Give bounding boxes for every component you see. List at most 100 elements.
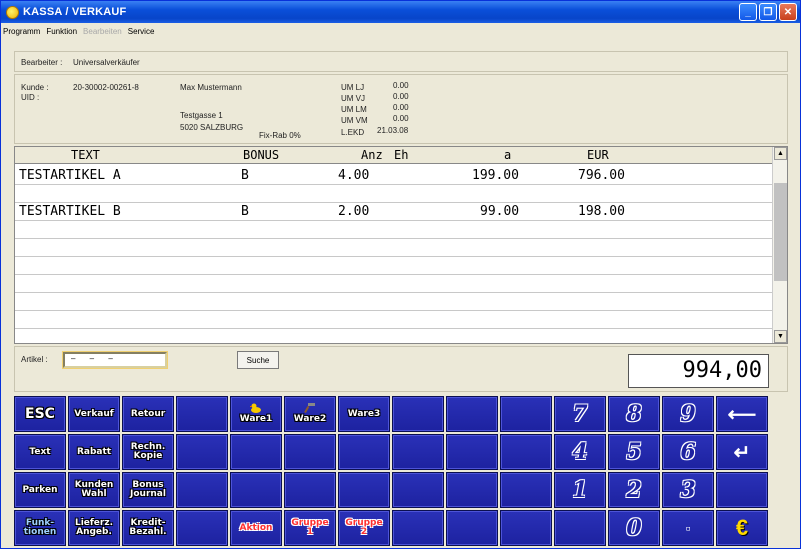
empty-key[interactable] <box>716 472 768 508</box>
digit-6-label: 6 <box>680 439 696 465</box>
lieferschein-angebot-button[interactable]: Lieferz. Angeb. <box>68 510 120 546</box>
rabatt-button[interactable]: Rabatt <box>68 434 120 470</box>
kassa-window: KASSA / VERKAUF _ ❐ ✕ Programm Funktion … <box>0 0 801 549</box>
empty-key[interactable] <box>446 510 498 546</box>
kunden-wahl-button[interactable]: Kunden Wahl <box>68 472 120 508</box>
digit-3-button[interactable]: 3 <box>662 472 714 508</box>
enter-button[interactable]: ↵ <box>716 434 768 470</box>
artikel-label: Artikel : <box>21 355 48 364</box>
table-row[interactable] <box>15 221 774 239</box>
aktion-button[interactable]: Aktion <box>230 510 282 546</box>
table-row[interactable] <box>15 185 774 203</box>
table-row[interactable]: TESTARTIKEL A B 4.00 199.00 796.00 <box>15 167 774 185</box>
close-button[interactable]: ✕ <box>779 3 797 21</box>
digit-0-button[interactable]: 0 <box>608 510 660 546</box>
ware2-button[interactable]: Ware2 <box>284 396 336 432</box>
digit-2-label: 2 <box>626 477 642 503</box>
funktionen-button[interactable]: Funk- tionen <box>14 510 66 546</box>
menu-funktion[interactable]: Funktion <box>46 27 77 36</box>
empty-key[interactable] <box>500 396 552 432</box>
scroll-down-button[interactable]: ▼ <box>774 330 787 343</box>
grid-scrollbar[interactable]: ▲ ▼ <box>772 147 787 343</box>
empty-key[interactable] <box>554 510 606 546</box>
digit-9-button[interactable]: 9 <box>662 396 714 432</box>
verkauf-button[interactable]: Verkauf <box>68 396 120 432</box>
table-row[interactable] <box>15 311 774 329</box>
stat-value: 21.03.08 <box>377 126 409 135</box>
gruppe-1-button[interactable]: Gruppe 1 <box>284 510 336 546</box>
digit-5-label: 5 <box>626 439 642 465</box>
empty-key[interactable] <box>500 510 552 546</box>
minimize-button[interactable]: _ <box>739 3 757 21</box>
scroll-thumb[interactable] <box>774 183 787 281</box>
table-row[interactable] <box>15 239 774 257</box>
cell-text: TESTARTIKEL B <box>19 204 121 219</box>
digit-3-label: 3 <box>680 477 696 503</box>
digit-1-label: 1 <box>572 477 588 503</box>
kredit-bezahl-button[interactable]: Kredit- Bezahl. <box>122 510 174 546</box>
digit-4-button[interactable]: 4 <box>554 434 606 470</box>
table-row[interactable] <box>15 275 774 293</box>
kunden-wahl-label: Kunden Wahl <box>74 480 114 499</box>
grid-header: TEXT BONUS Anz Eh a EUR <box>15 147 774 164</box>
maximize-button[interactable]: ❐ <box>759 3 777 21</box>
empty-key[interactable] <box>446 472 498 508</box>
table-row[interactable] <box>15 329 774 343</box>
esc-button[interactable]: ESC <box>14 396 66 432</box>
kunde-number: 20-30002-00261-8 <box>73 83 139 92</box>
cell-anz: 2.00 <box>338 204 370 219</box>
euro-button[interactable]: € <box>716 510 768 546</box>
rechnung-kopie-button[interactable]: Rechn. Kopie <box>122 434 174 470</box>
table-row[interactable]: TESTARTIKEL B B 2.00 99.00 198.00 <box>15 203 774 221</box>
empty-key[interactable] <box>392 510 444 546</box>
parken-button[interactable]: Parken <box>14 472 66 508</box>
bonus-journal-label: Bonus Journal <box>130 480 166 499</box>
suche-button[interactable]: Suche <box>237 351 279 369</box>
empty-key[interactable] <box>500 472 552 508</box>
cell-eur: 198.00 <box>578 204 625 219</box>
empty-key[interactable] <box>176 472 228 508</box>
digit-6-button[interactable]: 6 <box>662 434 714 470</box>
menu-service[interactable]: Service <box>128 27 155 36</box>
bonus-journal-button[interactable]: Bonus Journal <box>122 472 174 508</box>
empty-key[interactable] <box>284 434 336 470</box>
decimal-button[interactable]: ▫ <box>662 510 714 546</box>
title-bar[interactable]: KASSA / VERKAUF _ ❐ ✕ <box>1 1 800 23</box>
empty-key[interactable] <box>338 472 390 508</box>
empty-key[interactable] <box>392 396 444 432</box>
retour-button[interactable]: Retour <box>122 396 174 432</box>
ware1-button[interactable]: Ware1 <box>230 396 282 432</box>
rechnung-kopie-label: Rechn. Kopie <box>130 442 166 461</box>
empty-key[interactable] <box>392 434 444 470</box>
scroll-up-button[interactable]: ▲ <box>774 147 787 160</box>
digit-1-button[interactable]: 1 <box>554 472 606 508</box>
kunde-panel: Kunde : UID : 20-30002-00261-8 Max Muste… <box>14 74 788 144</box>
menu-programm[interactable]: Programm <box>3 27 40 36</box>
empty-key[interactable] <box>446 396 498 432</box>
empty-key[interactable] <box>338 434 390 470</box>
digit-7-button[interactable]: 7 <box>554 396 606 432</box>
table-row[interactable] <box>15 257 774 275</box>
article-grid[interactable]: TEXT BONUS Anz Eh a EUR TESTARTIKEL A B … <box>14 146 788 344</box>
empty-key[interactable] <box>230 472 282 508</box>
text-button[interactable]: Text <box>14 434 66 470</box>
empty-key[interactable] <box>176 396 228 432</box>
artikel-input[interactable]: – – – <box>62 351 168 369</box>
empty-key[interactable] <box>176 434 228 470</box>
menu-bar: Programm Funktion Bearbeiten Service <box>1 23 800 40</box>
empty-key[interactable] <box>284 472 336 508</box>
empty-key[interactable] <box>230 434 282 470</box>
kunde-name: Max Mustermann <box>180 83 242 92</box>
ware3-button[interactable]: Ware3 <box>338 396 390 432</box>
empty-key[interactable] <box>176 510 228 546</box>
gruppe-2-button[interactable]: Gruppe 2 <box>338 510 390 546</box>
digit-2-button[interactable]: 2 <box>608 472 660 508</box>
empty-key[interactable] <box>500 434 552 470</box>
backspace-button[interactable]: ⟵ <box>716 396 768 432</box>
uid-label: UID : <box>21 93 40 102</box>
empty-key[interactable] <box>392 472 444 508</box>
table-row[interactable] <box>15 293 774 311</box>
digit-8-button[interactable]: 8 <box>608 396 660 432</box>
digit-5-button[interactable]: 5 <box>608 434 660 470</box>
empty-key[interactable] <box>446 434 498 470</box>
